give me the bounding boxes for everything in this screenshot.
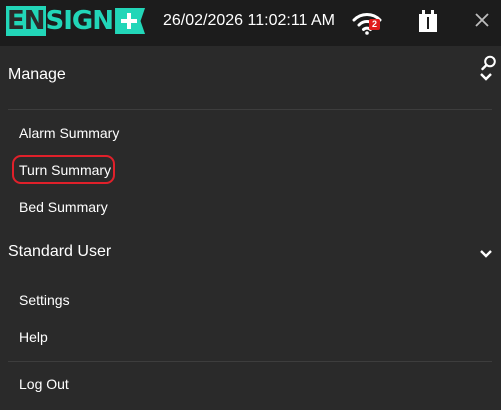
top-bar: ENSIGN 26/02/2026 11:02:11 AM 2 bbox=[0, 0, 501, 46]
chevron-down-icon[interactable] bbox=[479, 72, 493, 82]
divider bbox=[8, 109, 492, 110]
menu-item-settings[interactable]: Settings bbox=[8, 284, 488, 316]
section-title: Standard User bbox=[8, 243, 112, 260]
section-header-manage[interactable]: Manage bbox=[0, 56, 501, 96]
menu-item-log-out[interactable]: Log Out bbox=[8, 368, 488, 400]
ensign-logo: ENSIGN bbox=[6, 6, 146, 36]
menu-item-bed-summary[interactable]: Bed Summary bbox=[8, 191, 488, 223]
menu-item-label: Help bbox=[19, 329, 48, 345]
datetime-display: 26/02/2026 11:02:11 AM bbox=[163, 12, 335, 29]
section-title: Manage bbox=[8, 66, 66, 83]
wifi-badge: 2 bbox=[369, 19, 381, 30]
battery-icon bbox=[419, 10, 437, 32]
chevron-down-icon[interactable] bbox=[479, 249, 493, 259]
plus-icon bbox=[115, 8, 146, 34]
menu-item-label: Settings bbox=[19, 292, 70, 308]
menu-item-label: Log Out bbox=[19, 376, 69, 392]
menu-item-alarm-summary[interactable]: Alarm Summary bbox=[8, 117, 488, 149]
menu-item-help[interactable]: Help bbox=[8, 321, 488, 353]
close-icon[interactable] bbox=[473, 11, 491, 29]
divider bbox=[8, 361, 492, 362]
app-window: ENSIGN 26/02/2026 11:02:11 AM 2 Manage A… bbox=[0, 0, 501, 410]
menu-item-label: Turn Summary bbox=[19, 162, 112, 178]
section-header-standard-user[interactable]: Standard User bbox=[0, 233, 501, 273]
menu-item-label: Alarm Summary bbox=[19, 125, 120, 141]
menu-item-turn-summary[interactable]: Turn Summary bbox=[8, 154, 488, 186]
menu-item-label: Bed Summary bbox=[19, 199, 108, 215]
